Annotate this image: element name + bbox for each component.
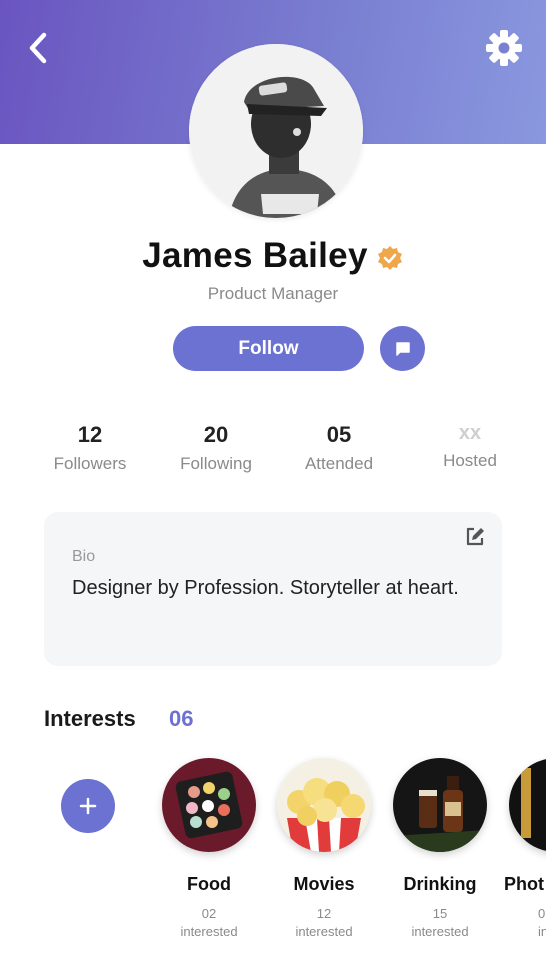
edit-bio-button[interactable] bbox=[464, 526, 486, 548]
interest-item-photography[interactable]: Phot 0 intere bbox=[496, 758, 546, 941]
gear-icon bbox=[486, 30, 522, 66]
interest-count: 02 interested bbox=[149, 905, 269, 941]
interest-image-food bbox=[162, 758, 256, 852]
interests-count: 06 bbox=[169, 706, 194, 731]
interest-count-label: intere bbox=[538, 924, 546, 939]
stat-value: xx bbox=[458, 422, 482, 444]
profile-stats: 12 Followers 20 Following 05 Attended xx… bbox=[0, 422, 546, 482]
stat-label: Followers bbox=[53, 454, 127, 473]
follow-button[interactable]: Follow bbox=[173, 326, 364, 371]
interest-image-photography bbox=[509, 758, 546, 852]
interests-title: Interests bbox=[44, 706, 136, 731]
interest-item-movies[interactable]: Movies 12 interested bbox=[264, 758, 384, 941]
interest-name: Phot bbox=[504, 874, 544, 894]
stat-label: Attended bbox=[304, 454, 374, 473]
settings-button[interactable] bbox=[482, 26, 526, 70]
interest-image-drinking bbox=[393, 758, 487, 852]
interest-image-movies bbox=[277, 758, 371, 852]
stat-hosted[interactable]: xx Hosted bbox=[410, 422, 530, 471]
plus-icon bbox=[79, 797, 97, 815]
stat-attended[interactable]: 05 Attended bbox=[279, 422, 399, 474]
avatar[interactable] bbox=[189, 44, 363, 218]
interest-count-label: interested bbox=[411, 924, 469, 939]
interest-name: Food bbox=[187, 874, 231, 894]
interest-count-value: 15 bbox=[432, 906, 448, 921]
chevron-left-icon bbox=[29, 32, 47, 64]
stat-label: Hosted bbox=[443, 451, 497, 470]
verified-badge-icon bbox=[377, 246, 402, 270]
bio-title: Bio bbox=[72, 548, 96, 565]
stat-value: 12 bbox=[77, 422, 103, 447]
interest-item-drinking[interactable]: Drinking 15 interested bbox=[380, 758, 500, 941]
message-icon bbox=[395, 341, 410, 356]
interest-count-label: interested bbox=[295, 924, 353, 939]
stat-following[interactable]: 20 Following bbox=[156, 422, 276, 474]
stat-label: Following bbox=[180, 454, 252, 473]
interest-count: 15 interested bbox=[380, 905, 500, 941]
add-interest-button[interactable] bbox=[61, 779, 115, 833]
interest-item-food[interactable]: Food 02 interested bbox=[149, 758, 269, 941]
profile-photo bbox=[189, 44, 363, 218]
interest-count-value: 02 bbox=[201, 906, 217, 921]
back-button[interactable] bbox=[18, 28, 58, 68]
message-button[interactable] bbox=[380, 326, 425, 371]
stat-followers[interactable]: 12 Followers bbox=[30, 422, 150, 474]
interest-name: Drinking bbox=[403, 874, 477, 894]
profile-name: James Bailey bbox=[142, 236, 368, 275]
stat-value: 05 bbox=[326, 422, 352, 447]
bio-card: Bio Designer by Profession. Storyteller … bbox=[44, 512, 502, 666]
interest-count-value: 12 bbox=[316, 906, 332, 921]
stat-value: 20 bbox=[203, 422, 229, 447]
interest-count-value: 0 bbox=[538, 906, 546, 921]
interest-name: Movies bbox=[293, 874, 355, 894]
bio-text: Designer by Profession. Storyteller at h… bbox=[72, 577, 459, 599]
profile-role: Product Manager bbox=[207, 284, 339, 303]
edit-icon bbox=[466, 527, 484, 546]
interest-count-label: interested bbox=[180, 924, 238, 939]
interest-count: 12 interested bbox=[264, 905, 384, 941]
interest-count: 0 intere bbox=[496, 905, 546, 941]
